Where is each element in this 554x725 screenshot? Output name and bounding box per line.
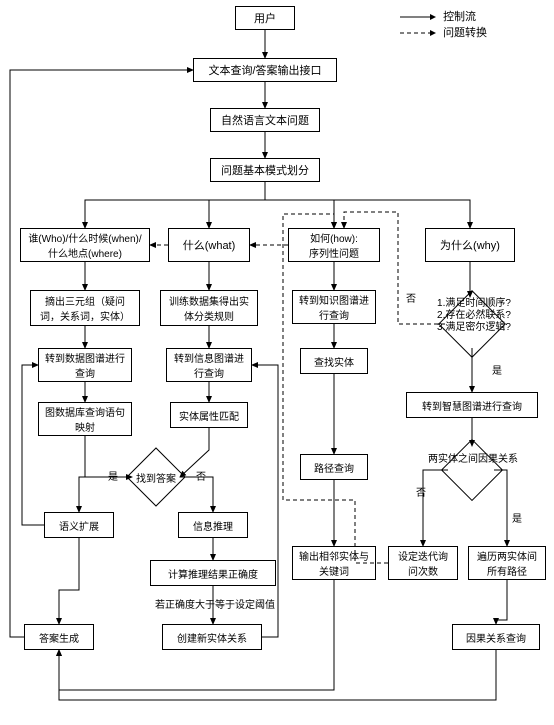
to-data-node: 转到数据图谱进行查询 bbox=[38, 348, 132, 382]
what-node: 什么(what) bbox=[168, 228, 250, 262]
to-wisdom-node: 转到智慧图谱进行查询 bbox=[406, 392, 538, 418]
path-query-node: 路径查询 bbox=[300, 454, 368, 480]
train-node: 训练数据集得出实体分类规则 bbox=[160, 290, 258, 326]
output-adj-node: 输出相邻实体与关键词 bbox=[292, 546, 376, 580]
answer-node: 答案生成 bbox=[24, 624, 94, 650]
no-label-3: 否 bbox=[414, 484, 428, 499]
yes-label-2: 是 bbox=[490, 362, 504, 377]
why-node: 为什么(why) bbox=[425, 228, 515, 262]
who-node: 谁(Who)/什么时候(when)/什么地点(where) bbox=[20, 228, 150, 262]
how-node: 如何(how): 序列性问题 bbox=[288, 228, 380, 262]
acc-note: 若正确度大于等于设定阈值 bbox=[155, 596, 275, 611]
new-rel-node: 创建新实体关系 bbox=[162, 624, 262, 650]
info-infer-node: 信息推理 bbox=[178, 512, 248, 538]
map-query-node: 图数据库查询语句映射 bbox=[38, 402, 132, 436]
classify-node: 问题基本模式划分 bbox=[210, 158, 320, 182]
io-node: 文本查询/答案输出接口 bbox=[193, 58, 337, 82]
why-cond-diamond bbox=[438, 290, 506, 358]
causal-diamond bbox=[441, 439, 503, 501]
triple-node: 摘出三元组（疑问词，关系词，实体） bbox=[30, 290, 140, 326]
nlq-node: 自然语言文本问题 bbox=[210, 108, 320, 132]
to-kg-node: 转到知识图谱进行查询 bbox=[292, 290, 376, 324]
causal-query-node: 因果关系查询 bbox=[452, 624, 540, 650]
find-entity-node: 查找实体 bbox=[300, 348, 368, 374]
legend-control: 控制流 bbox=[443, 11, 476, 23]
found-diamond bbox=[126, 447, 185, 506]
to-info-node: 转到信息图谱进行查询 bbox=[166, 348, 252, 382]
traverse-node: 遍历两实体间所有路径 bbox=[468, 546, 546, 580]
yes-label-3: 是 bbox=[510, 510, 524, 525]
no-label-1: 否 bbox=[194, 468, 208, 483]
legend-transform: 问题转换 bbox=[443, 27, 487, 39]
set-iter-node: 设定迭代询问次数 bbox=[388, 546, 458, 580]
calc-acc-node: 计算推理结果正确度 bbox=[150, 560, 276, 586]
no-label-2: 否 bbox=[404, 290, 418, 305]
sem-expand-node: 语义扩展 bbox=[44, 512, 114, 538]
yes-label-1: 是 bbox=[106, 468, 120, 483]
attr-match-node: 实体属性匹配 bbox=[170, 402, 248, 428]
user-node: 用户 bbox=[235, 6, 295, 30]
